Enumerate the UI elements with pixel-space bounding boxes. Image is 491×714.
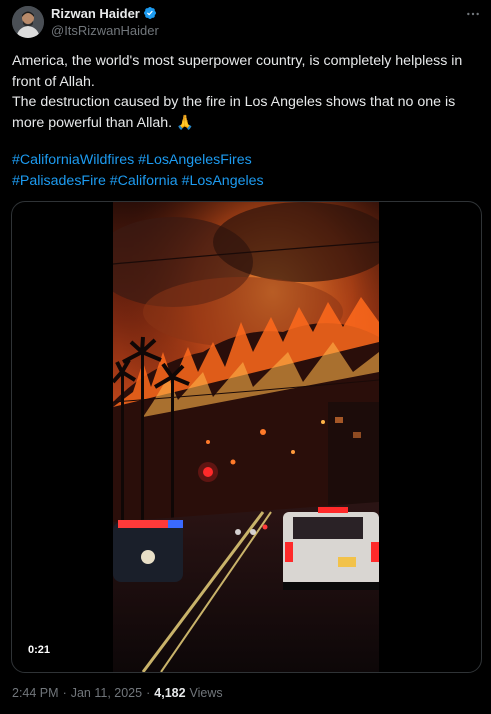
more-horizontal-icon [467, 12, 479, 16]
verified-badge-icon [143, 7, 156, 19]
hashtag-link[interactable]: #LosAngelesFires [138, 152, 252, 168]
video-player[interactable]: 0:21 [11, 201, 482, 673]
meta-separator: · [146, 686, 151, 700]
hashtag-link[interactable]: #LosAngeles [182, 173, 264, 189]
views-label: Views [189, 686, 223, 700]
hashtag-link[interactable]: #California [110, 173, 178, 189]
hashtag-link[interactable]: #CaliforniaWildfires [12, 152, 134, 168]
tweet-meta: 2:44 PM · Jan 11, 2025 · 4,182 Views [12, 686, 223, 700]
tweet: Rizwan Haider @ItsRizwanHaider America, … [0, 0, 491, 714]
views-count: 4,182 [154, 686, 186, 700]
tweet-time[interactable]: 2:44 PM [12, 686, 59, 700]
tweet-text: America, the world's most superpower cou… [12, 51, 484, 133]
avatar[interactable] [12, 6, 44, 38]
tweet-text-line: America, the world's most superpower cou… [12, 53, 463, 69]
tweet-text-line: more powerful than Allah. 🙏 [12, 114, 194, 131]
video-thumbnail [113, 202, 379, 672]
hashtags: #CaliforniaWildfires #LosAngelesFires #P… [12, 150, 484, 191]
tweet-text-line: The destruction caused by the fire in Lo… [12, 94, 456, 110]
tweet-text-line: front of Allah. [12, 73, 95, 90]
meta-separator: · [62, 686, 67, 700]
video-duration: 0:21 [20, 642, 59, 658]
tweet-date[interactable]: Jan 11, 2025 [71, 686, 142, 700]
author-handle[interactable]: @ItsRizwanHaider [51, 23, 159, 38]
author-name-row: Rizwan Haider [51, 4, 157, 22]
hashtag-link[interactable]: #PalisadesFire [12, 173, 106, 189]
more-options-button[interactable] [462, 4, 484, 24]
author-display-name[interactable]: Rizwan Haider [51, 6, 140, 21]
